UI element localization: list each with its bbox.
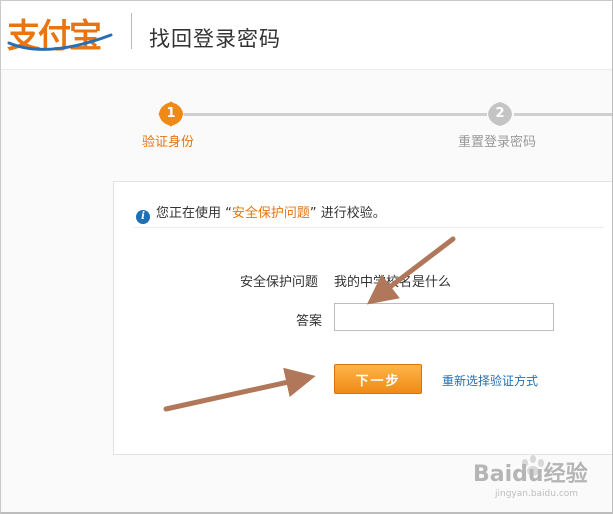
info-method: 安全保护问题 — [231, 206, 310, 221]
next-step-button[interactable]: 下一步 — [334, 364, 422, 394]
baidu-jingyan-watermark: Baidu经验 jingyan.baidu.com — [473, 455, 588, 499]
step-connector — [184, 113, 487, 116]
reselect-verification-link[interactable]: 重新选择验证方式 — [442, 372, 538, 389]
info-prefix: 您正在使用 “ — [156, 206, 232, 221]
question-value: 我的中学校名是什么 — [334, 275, 452, 290]
step-connector — [514, 113, 612, 116]
page-header: 支付宝 找回登录密码 — [1, 1, 612, 70]
alipay-logo[interactable]: 支付宝 — [7, 9, 119, 57]
browser-frame: 支付宝 找回登录密码 1 2 验证身份 重置登录密码 i 您正在使用 “安全保护问… — [0, 0, 613, 514]
page-title: 找回登录密码 — [149, 27, 281, 51]
header-divider — [131, 13, 132, 49]
watermark-text: Baidu经验 — [473, 461, 588, 487]
step-1-marker: 1 — [158, 101, 184, 127]
question-label: 安全保护问题 — [240, 275, 319, 290]
info-suffix: ” 进行校验。 — [309, 206, 386, 221]
step-2-label: 重置登录密码 — [458, 135, 537, 150]
step-1-label: 验证身份 — [142, 135, 195, 150]
answer-label: 答案 — [296, 314, 323, 329]
step-1-number: 1 — [166, 106, 176, 121]
verification-panel: i 您正在使用 “安全保护问题” 进行校验。 安全保护问题 我的中学校名是什么 答… — [113, 181, 612, 455]
info-icon: i — [136, 210, 150, 224]
step-2-number: 2 — [495, 106, 505, 121]
progress-steps: 1 2 验证身份 重置登录密码 — [1, 97, 612, 157]
verification-info: i 您正在使用 “安全保护问题” 进行校验。 — [136, 202, 386, 224]
step-2-marker: 2 — [487, 101, 513, 127]
watermark-subtext: jingyan.baidu.com — [494, 489, 578, 499]
panel-divider — [134, 227, 604, 228]
answer-input[interactable] — [334, 303, 554, 331]
